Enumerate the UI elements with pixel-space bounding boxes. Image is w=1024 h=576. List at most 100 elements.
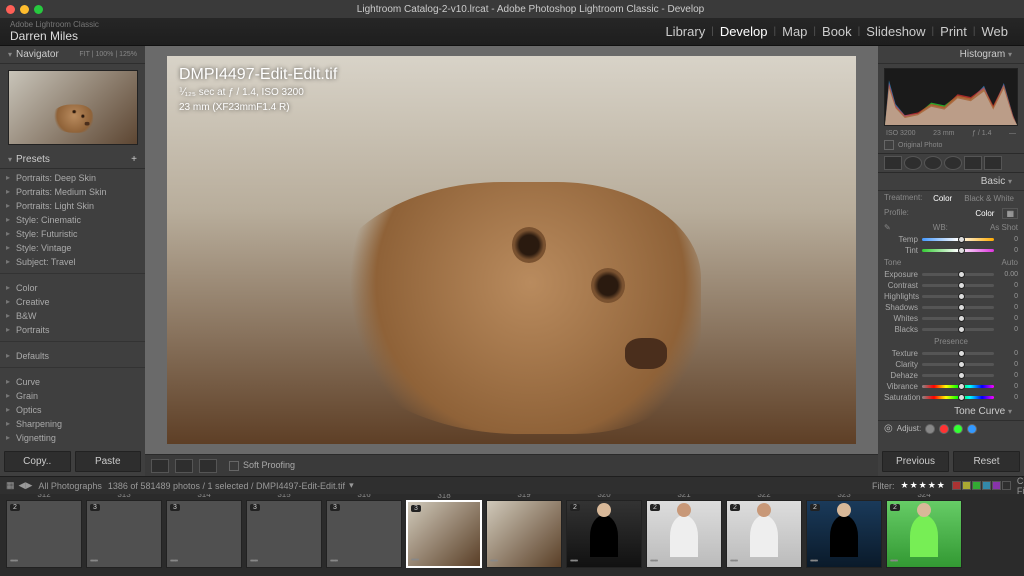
profile-browser-icon[interactable]: ▦	[1002, 208, 1018, 219]
exposure-slider[interactable]: Exposure0.00	[878, 269, 1024, 280]
preset-item[interactable]: Defaults	[0, 349, 145, 363]
filmstrip-thumb[interactable]: 3222•••••	[726, 500, 802, 568]
nav-back-icon[interactable]: ◀	[19, 480, 26, 491]
nav-fwd-icon[interactable]: ▶	[25, 480, 32, 491]
saturation-slider[interactable]: Saturation0	[878, 392, 1024, 403]
preset-item[interactable]: Optics	[0, 403, 145, 417]
filmstrip-thumb[interactable]: 3202•••••	[566, 500, 642, 568]
preset-item[interactable]: Sharpening	[0, 417, 145, 431]
preset-item[interactable]: B&W	[0, 309, 145, 323]
curve-channel-all[interactable]	[925, 424, 935, 434]
preset-item[interactable]: Style: Cinematic	[0, 213, 145, 227]
module-slideshow[interactable]: Slideshow	[860, 24, 931, 39]
blacks-slider[interactable]: Blacks0	[878, 324, 1024, 335]
temp-slider[interactable]: Temp0	[878, 234, 1024, 245]
preset-item[interactable]: Style: Vintage	[0, 241, 145, 255]
clarity-slider[interactable]: Clarity0	[878, 359, 1024, 370]
color-label-filter[interactable]	[952, 481, 1011, 490]
target-adjust-icon[interactable]: ◎	[884, 423, 893, 434]
presets-header[interactable]: ▾ Presets +	[0, 151, 145, 169]
zoom-icon[interactable]	[34, 5, 43, 14]
treatment-color[interactable]: Color	[929, 193, 956, 204]
filmstrip-thumb[interactable]: 3242•••••	[886, 500, 962, 568]
dehaze-slider[interactable]: Dehaze0	[878, 370, 1024, 381]
chevron-down-icon[interactable]: ▾	[349, 480, 354, 491]
filmstrip-thumb[interactable]: 3143•••••	[166, 500, 242, 568]
wb-picker-icon[interactable]: ✎	[884, 223, 891, 232]
navigator-thumbnail[interactable]	[8, 70, 138, 145]
redeye-icon[interactable]	[924, 156, 942, 170]
histogram-header[interactable]: Histogram ▾	[878, 46, 1024, 64]
whites-slider[interactable]: Whites0	[878, 313, 1024, 324]
preset-item[interactable]: Portraits: Light Skin	[0, 199, 145, 213]
basic-header[interactable]: Basic ▾	[878, 173, 1024, 191]
filmstrip-thumb[interactable]: 3133•••••	[86, 500, 162, 568]
filmstrip-thumb[interactable]: 3212•••••	[646, 500, 722, 568]
module-develop[interactable]: Develop	[714, 24, 774, 39]
brush-icon[interactable]	[984, 156, 1002, 170]
auto-tone-button[interactable]: Auto	[1002, 258, 1018, 267]
module-print[interactable]: Print	[934, 24, 973, 39]
module-book[interactable]: Book	[816, 24, 858, 39]
nav-fit[interactable]: FIT	[79, 51, 89, 58]
preset-item[interactable]: Creative	[0, 295, 145, 309]
preset-item[interactable]: Color	[0, 281, 145, 295]
window-traffic-lights[interactable]	[6, 5, 43, 14]
checkbox-icon[interactable]	[229, 461, 239, 471]
previous-button[interactable]: Previous	[882, 451, 949, 472]
layout-icon[interactable]	[199, 459, 217, 473]
grid-icon[interactable]: ▦	[6, 480, 15, 491]
texture-slider[interactable]: Texture0	[878, 348, 1024, 359]
shadows-slider[interactable]: Shadows0	[878, 302, 1024, 313]
preset-item[interactable]: Subject: Travel	[0, 255, 145, 269]
filmstrip-thumb[interactable]: 3183•••••	[406, 500, 482, 568]
preset-item[interactable]: Vignetting	[0, 431, 145, 445]
heal-icon[interactable]	[904, 156, 922, 170]
filmstrip-thumb[interactable]: 3122•••••	[6, 500, 82, 568]
close-icon[interactable]	[6, 5, 15, 14]
preset-item[interactable]: Portraits: Medium Skin	[0, 185, 145, 199]
rating-filter[interactable]: ★★★★★	[901, 480, 946, 491]
nav-pct[interactable]: 125%	[119, 51, 137, 58]
filmstrip-thumb[interactable]: 3232•••••	[806, 500, 882, 568]
custom-filter-select[interactable]: Custom Filter	[1017, 476, 1024, 496]
vibrance-slider[interactable]: Vibrance0	[878, 381, 1024, 392]
preset-item[interactable]: Grain	[0, 389, 145, 403]
filmstrip-thumb[interactable]: 319•••••	[486, 500, 562, 568]
mask-icon[interactable]	[944, 156, 962, 170]
module-library[interactable]: Library	[659, 24, 711, 39]
profile-select[interactable]: Color	[971, 208, 998, 219]
minimize-icon[interactable]	[20, 5, 29, 14]
tonecurve-header[interactable]: Tone Curve ▾	[878, 403, 1024, 421]
curve-channel-green[interactable]	[953, 424, 963, 434]
copy-button[interactable]: Copy..	[4, 451, 71, 472]
preset-item[interactable]: Style: Futuristic	[0, 227, 145, 241]
module-map[interactable]: Map	[776, 24, 813, 39]
plus-icon[interactable]: +	[131, 154, 137, 165]
preset-item[interactable]: Portraits: Deep Skin	[0, 171, 145, 185]
curve-channel-blue[interactable]	[967, 424, 977, 434]
folder-path[interactable]: All Photographs	[38, 481, 102, 491]
module-web[interactable]: Web	[976, 24, 1015, 39]
image-preview[interactable]: DMPI4497-Edit-Edit.tif ⅟₁₂₅ sec at ƒ / 1…	[167, 56, 856, 444]
navigator-header[interactable]: ▾ Navigator FIT | 100% | 125%	[0, 46, 145, 64]
soft-proof-toggle[interactable]: Soft Proofing	[229, 460, 295, 471]
treatment-bw[interactable]: Black & White	[960, 193, 1018, 204]
nav-fill[interactable]: 100%	[95, 51, 113, 58]
radial-icon[interactable]	[964, 156, 982, 170]
reset-button[interactable]: Reset	[953, 451, 1020, 472]
filmstrip-thumb[interactable]: 3163•••••	[326, 500, 402, 568]
loupe-view-icon[interactable]	[151, 459, 169, 473]
wb-select[interactable]: As Shot	[990, 223, 1018, 232]
paste-button[interactable]: Paste	[75, 451, 142, 472]
filmstrip[interactable]: 3122•••••3133•••••3143•••••3153•••••3163…	[0, 494, 1024, 576]
histogram[interactable]	[884, 68, 1018, 126]
preset-item[interactable]: Portraits	[0, 323, 145, 337]
before-after-icon[interactable]	[175, 459, 193, 473]
curve-channel-red[interactable]	[939, 424, 949, 434]
crop-icon[interactable]	[884, 156, 902, 170]
highlights-slider[interactable]: Highlights0	[878, 291, 1024, 302]
contrast-slider[interactable]: Contrast0	[878, 280, 1024, 291]
preset-item[interactable]: Curve	[0, 375, 145, 389]
original-photo-toggle[interactable]: Original Photo	[878, 140, 1024, 153]
